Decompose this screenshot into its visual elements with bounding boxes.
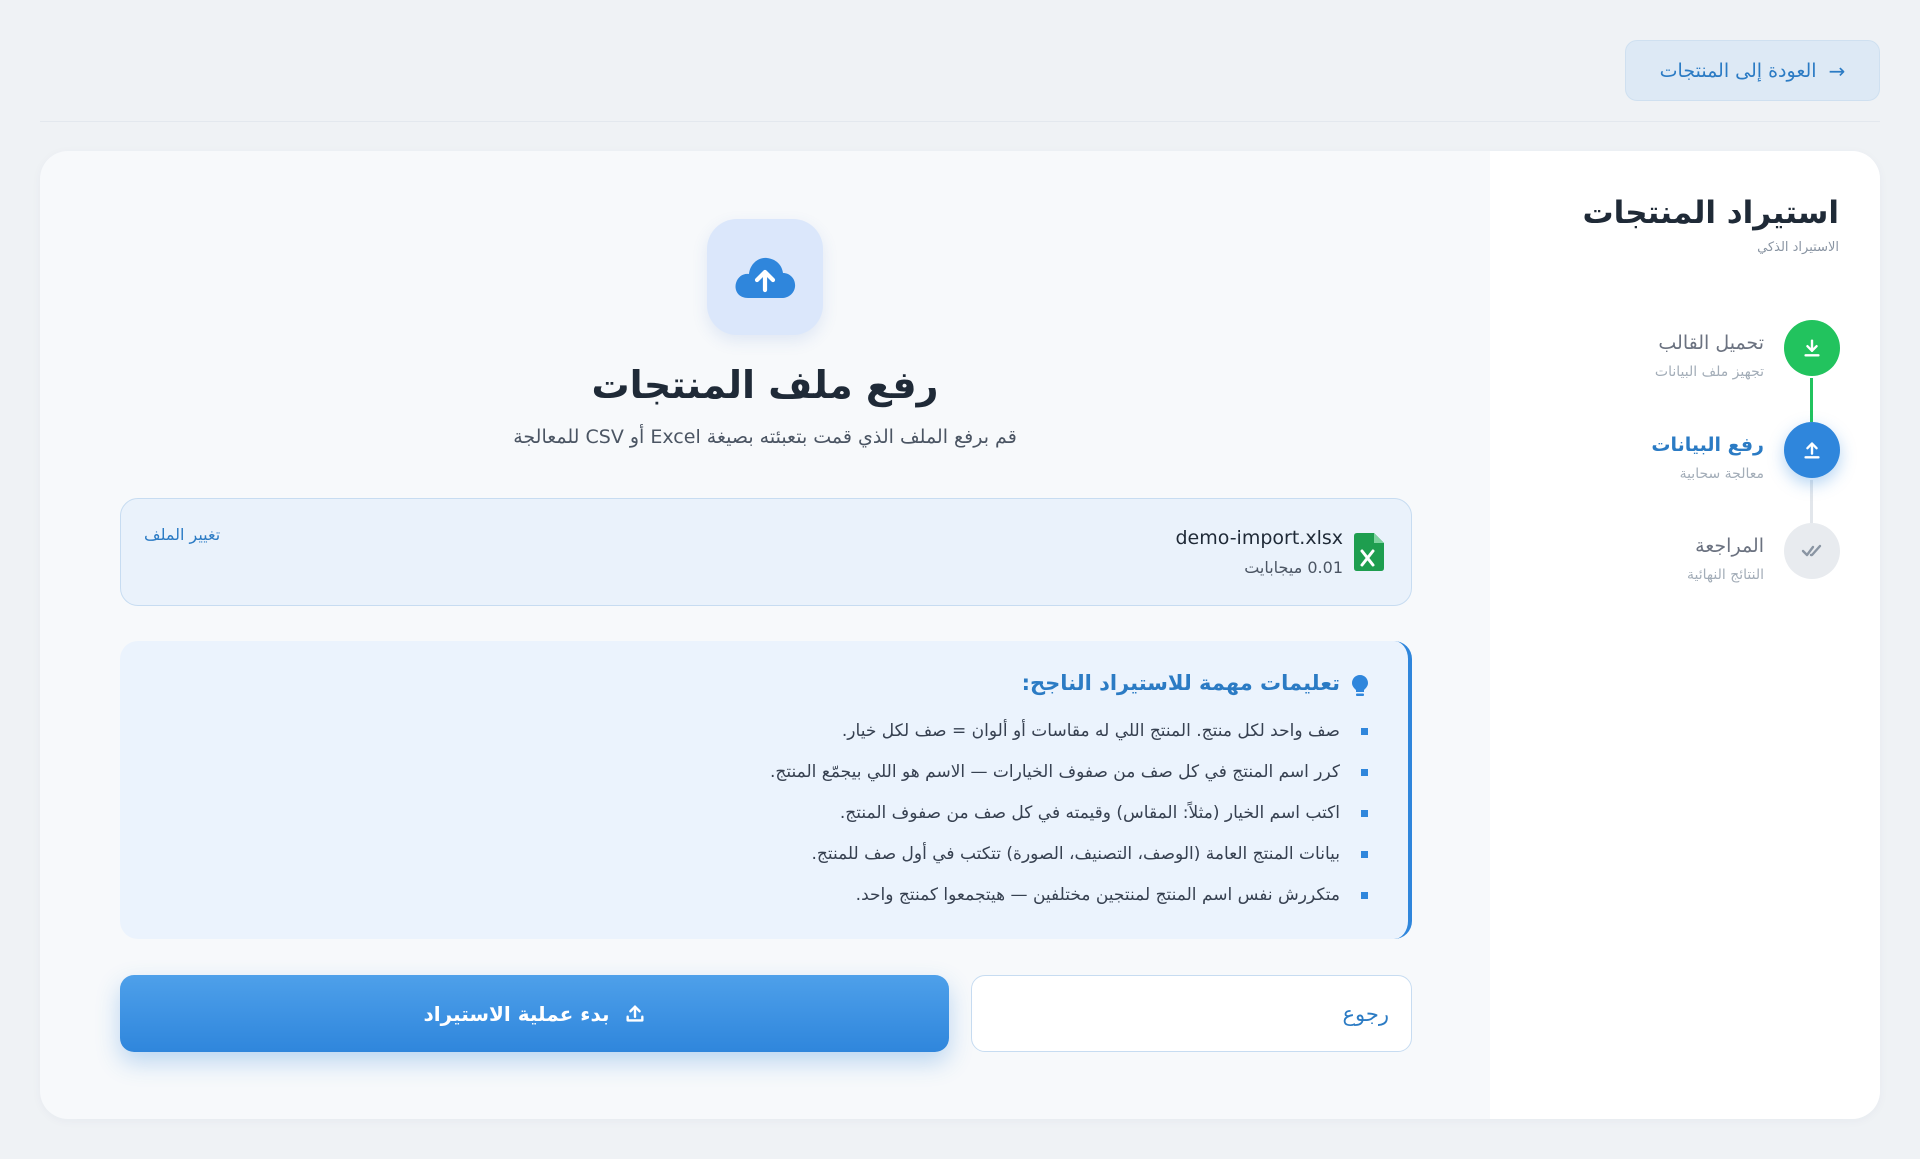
bullet-icon — [1361, 769, 1368, 776]
step-sublabel: تجهيز ملف البيانات — [1654, 364, 1764, 380]
cloud-upload-icon — [707, 219, 823, 335]
step-sublabel: معالجة سحابية — [1679, 466, 1764, 482]
step-connector-pending — [1810, 480, 1813, 523]
back-to-products-label: العودة إلى المنتجات — [1659, 59, 1817, 82]
top-bar: → العودة إلى المنتجات — [40, 0, 1880, 122]
check-double-icon — [1784, 523, 1840, 579]
instruction-text: بيانات المنتج العامة (الوصف، التصنيف، ال… — [811, 844, 1340, 864]
selected-file-box: demo-import.xlsx 0.01 ميجابايت تغيير الم… — [120, 498, 1412, 606]
bullet-icon — [1361, 810, 1368, 817]
lightbulb-icon — [1352, 675, 1368, 696]
step-sublabel: النتائج النهائية — [1687, 567, 1764, 583]
upload-tray-icon — [626, 1004, 644, 1022]
list-item: متكررش نفس اسم المنتج لمنتجين مختلفين — … — [770, 885, 1368, 926]
instruction-text: اكتب اسم الخيار (مثلاً: المقاس) وقيمته ف… — [839, 803, 1340, 823]
back-button[interactable]: رجوع — [971, 975, 1412, 1052]
file-size: 0.01 ميجابايت — [1244, 558, 1343, 577]
list-item: كرر اسم المنتج في كل صف من صفوف الخيارات… — [770, 762, 1368, 803]
list-item: بيانات المنتج العامة (الوصف، التصنيف، ال… — [770, 844, 1368, 885]
instruction-text: متكررش نفس اسم المنتج لمنتجين مختلفين — … — [855, 885, 1340, 905]
step-label: المراجعة — [1695, 535, 1764, 557]
sidebar-title: استيراد المنتجات — [1582, 195, 1839, 231]
step-upload-data[interactable]: رفع البيانات معالجة سحابية — [1520, 422, 1840, 482]
excel-file-icon — [1354, 533, 1384, 571]
instruction-text: صف واحد لكل منتج. المنتج اللي له مقاسات … — [841, 721, 1340, 741]
step-download-template[interactable]: تحميل القالب تجهيز ملف البيانات — [1520, 320, 1840, 380]
list-item: اكتب اسم الخيار (مثلاً: المقاس) وقيمته ف… — [770, 803, 1368, 844]
bullet-icon — [1361, 892, 1368, 899]
start-import-button[interactable]: بدء عملية الاستيراد — [120, 975, 949, 1052]
page-title: رفع ملف المنتجات — [591, 363, 939, 407]
instructions-list: صف واحد لكل منتج. المنتج اللي له مقاسات … — [770, 721, 1368, 926]
back-to-products-button[interactable]: → العودة إلى المنتجات — [1625, 40, 1880, 101]
change-file-link[interactable]: تغيير الملف — [144, 525, 220, 544]
instructions-title: تعليمات مهمة للاستيراد الناجح: — [1021, 671, 1340, 695]
upload-panel: رفع ملف المنتجات قم برفع الملف الذي قمت … — [40, 151, 1490, 1119]
step-connector-done — [1810, 378, 1813, 422]
bullet-icon — [1361, 851, 1368, 858]
upload-icon — [1784, 422, 1840, 478]
step-review[interactable]: المراجعة النتائج النهائية — [1520, 523, 1840, 583]
step-label: تحميل القالب — [1658, 332, 1764, 354]
sidebar-subtitle: الاستيراد الذكي — [1757, 240, 1839, 255]
list-item: صف واحد لكل منتج. المنتج اللي له مقاسات … — [770, 721, 1368, 762]
file-name: demo-import.xlsx — [1175, 527, 1343, 549]
download-icon — [1784, 320, 1840, 376]
instruction-text: كرر اسم المنتج في كل صف من صفوف الخيارات… — [770, 762, 1340, 782]
page-subtitle: قم برفع الملف الذي قمت بتعبئته بصيغة Exc… — [513, 426, 1017, 448]
import-card: استيراد المنتجات الاستيراد الذكي تحميل ا… — [40, 151, 1880, 1119]
step-label: رفع البيانات — [1651, 434, 1764, 456]
start-import-label: بدء عملية الاستيراد — [423, 1001, 610, 1026]
bullet-icon — [1361, 728, 1368, 735]
arrow-right-icon: → — [1828, 58, 1846, 83]
steps-sidebar: استيراد المنتجات الاستيراد الذكي تحميل ا… — [1490, 151, 1880, 1119]
instructions-box: تعليمات مهمة للاستيراد الناجح: صف واحد ل… — [120, 641, 1412, 939]
